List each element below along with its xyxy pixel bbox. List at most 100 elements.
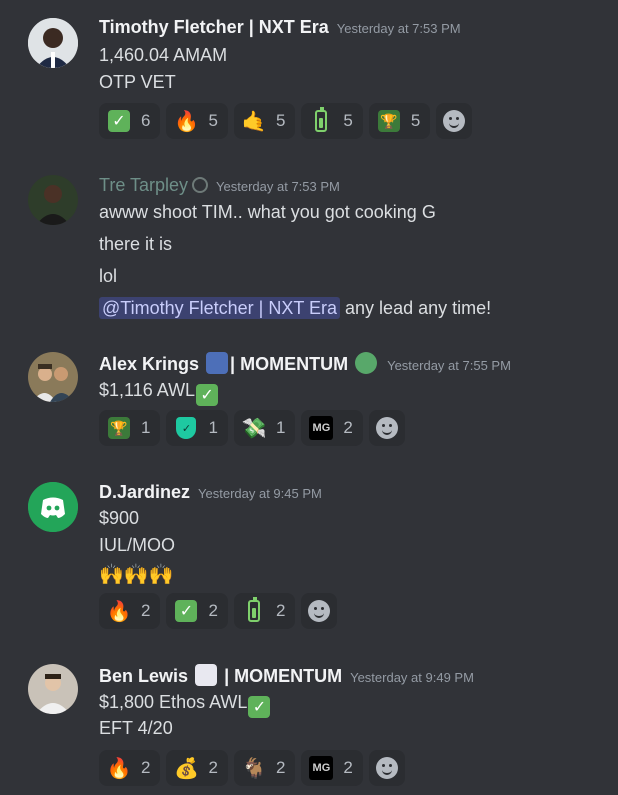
smiley-icon xyxy=(375,757,398,779)
author-name-prefix: Alex Krings xyxy=(99,354,200,374)
avatar[interactable] xyxy=(28,18,78,68)
reaction-count: 2 xyxy=(275,758,286,777)
message-line: EFT 4/20 xyxy=(99,718,173,738)
reaction-fire[interactable]: 🔥 5 xyxy=(166,103,228,139)
reaction-battery[interactable]: 5 xyxy=(301,103,363,139)
raising-hands-icon: 🙌🙌🙌 xyxy=(99,564,174,586)
avatar[interactable] xyxy=(28,482,78,532)
momentum-logo-icon: MG xyxy=(309,416,334,440)
reaction-goat[interactable]: 🐐 2 xyxy=(233,750,296,786)
reaction-count: 2 xyxy=(343,418,353,437)
role-badge-icon xyxy=(192,177,209,193)
message-line: $1,116 AWL ✓ xyxy=(99,380,219,406)
reaction-count: 1 xyxy=(208,418,218,437)
message-line: @Timothy Fletcher | NXT Era any lead any… xyxy=(99,297,492,319)
reaction-count: 6 xyxy=(141,111,151,130)
reaction-shield[interactable]: ✓ 1 xyxy=(166,410,228,446)
add-reaction-button[interactable] xyxy=(436,103,473,139)
mention-suffix-text: any lead any time! xyxy=(345,298,492,318)
reaction-count: 2 xyxy=(208,601,218,620)
reaction-count: 2 xyxy=(275,601,286,620)
author-name[interactable]: Ben Lewis | MOMENTUM xyxy=(99,664,343,686)
momentum-logo-icon: MG xyxy=(309,756,334,780)
money-with-wings-icon: 💸 xyxy=(241,417,267,440)
message-header: Tre Tarpley Yesterday at 7:53 PM xyxy=(99,175,340,196)
check-mark-icon: ✓ xyxy=(175,600,198,622)
message-text: $1,800 Ethos AWL xyxy=(99,692,248,712)
author-name-prefix: Ben Lewis xyxy=(99,666,189,686)
check-mark-icon: ✓ xyxy=(196,384,219,406)
message-line: $1,800 Ethos AWL ✓ xyxy=(99,692,271,718)
message-line: $900 xyxy=(99,508,140,528)
reactions: 🏆 1 ✓ 1 💸 1 MG 2 xyxy=(99,410,405,446)
timestamp: Yesterday at 7:55 PM xyxy=(387,358,511,373)
avatar[interactable] xyxy=(28,175,78,225)
timestamp: Yesterday at 9:45 PM xyxy=(198,486,322,501)
battery-icon xyxy=(315,107,328,132)
trophy-icon: 🏆 xyxy=(377,110,400,132)
reaction-momentum[interactable]: MG 2 xyxy=(301,410,363,446)
timestamp: Yesterday at 7:53 PM xyxy=(336,21,461,36)
money-bag-icon: 💰 xyxy=(174,757,199,780)
add-reaction-button[interactable] xyxy=(368,410,405,446)
check-mark-icon: ✓ xyxy=(248,696,271,718)
chart-increasing-icon xyxy=(195,664,218,686)
message-line: there it is xyxy=(99,234,173,254)
reaction-count: 2 xyxy=(343,758,353,777)
reaction-count: 2 xyxy=(208,758,218,777)
avatar[interactable] xyxy=(28,664,78,714)
goat-icon: 🐐 xyxy=(241,757,267,780)
fire-icon: 🔥 xyxy=(106,600,132,623)
author-name[interactable]: Timothy Fletcher | NXT Era xyxy=(99,17,329,37)
message-line: lol xyxy=(99,266,118,286)
battery-icon xyxy=(247,597,260,622)
author-name-suffix: | MOMENTUM xyxy=(230,354,349,374)
reaction-trophy[interactable]: 🏆 1 xyxy=(99,410,161,446)
author-name-suffix: | MOMENTUM xyxy=(224,666,343,686)
message-line: awww shoot TIM.. what you got cooking G xyxy=(99,202,436,222)
reaction-battery[interactable]: 2 xyxy=(233,593,296,629)
check-mark-icon: ✓ xyxy=(108,110,130,132)
smiley-icon xyxy=(443,110,466,132)
reactions: 🔥 2 ✓ 2 2 xyxy=(99,593,338,629)
avatar[interactable] xyxy=(28,352,78,402)
reaction-count: 5 xyxy=(343,111,353,130)
reaction-count: 1 xyxy=(141,418,151,437)
reaction-count: 1 xyxy=(275,418,286,437)
reaction-money[interactable]: 💸 1 xyxy=(233,410,296,446)
message-header: Alex Krings | MOMENTUM Yesterday at 7:55… xyxy=(99,352,511,375)
reaction-check[interactable]: ✓ 2 xyxy=(166,593,228,629)
reaction-count: 2 xyxy=(141,758,151,777)
reaction-check[interactable]: ✓ 6 xyxy=(99,103,161,139)
call-me-hand-icon: 🤙 xyxy=(241,110,267,133)
user-mention[interactable]: @Timothy Fletcher | NXT Era xyxy=(99,297,341,319)
message-header: Timothy Fletcher | NXT Era Yesterday at 7… xyxy=(99,17,461,38)
reaction-momentum[interactable]: MG 2 xyxy=(301,750,363,786)
clover-icon xyxy=(355,352,378,374)
message-header: D.Jardinez Yesterday at 9:45 PM xyxy=(99,482,322,503)
message-line: OTP VET xyxy=(99,72,176,92)
reaction-trophy[interactable]: 🏆 5 xyxy=(368,103,431,139)
shield-icon: ✓ xyxy=(176,417,197,439)
add-reaction-button[interactable] xyxy=(368,750,405,786)
message-line: 🙌🙌🙌 xyxy=(99,562,174,587)
author-name[interactable]: Alex Krings | MOMENTUM xyxy=(99,352,379,374)
reactions: 🔥 2 💰 2 🐐 2 MG 2 xyxy=(99,750,405,786)
timestamp: Yesterday at 9:49 PM xyxy=(350,670,474,685)
reaction-count: 5 xyxy=(208,111,218,130)
trophy-icon: 🏆 xyxy=(108,417,130,439)
reaction-money-bag[interactable]: 💰 2 xyxy=(166,750,228,786)
reaction-count: 5 xyxy=(275,111,286,130)
suit-icon xyxy=(206,352,229,374)
message-text: $1,116 AWL xyxy=(99,380,196,400)
reaction-call-me[interactable]: 🤙 5 xyxy=(233,103,296,139)
add-reaction-button[interactable] xyxy=(301,593,338,629)
message-header: Ben Lewis | MOMENTUM Yesterday at 9:49 PM xyxy=(99,664,474,687)
reaction-fire[interactable]: 🔥 2 xyxy=(99,593,161,629)
author-name[interactable]: Tre Tarpley xyxy=(99,175,188,195)
reaction-fire[interactable]: 🔥 2 xyxy=(99,750,161,786)
reaction-count: 2 xyxy=(141,601,151,620)
author-name[interactable]: D.Jardinez xyxy=(99,482,190,502)
message-line: 1,460.04 AMAM xyxy=(99,45,228,65)
discord-logo-icon xyxy=(28,482,78,532)
